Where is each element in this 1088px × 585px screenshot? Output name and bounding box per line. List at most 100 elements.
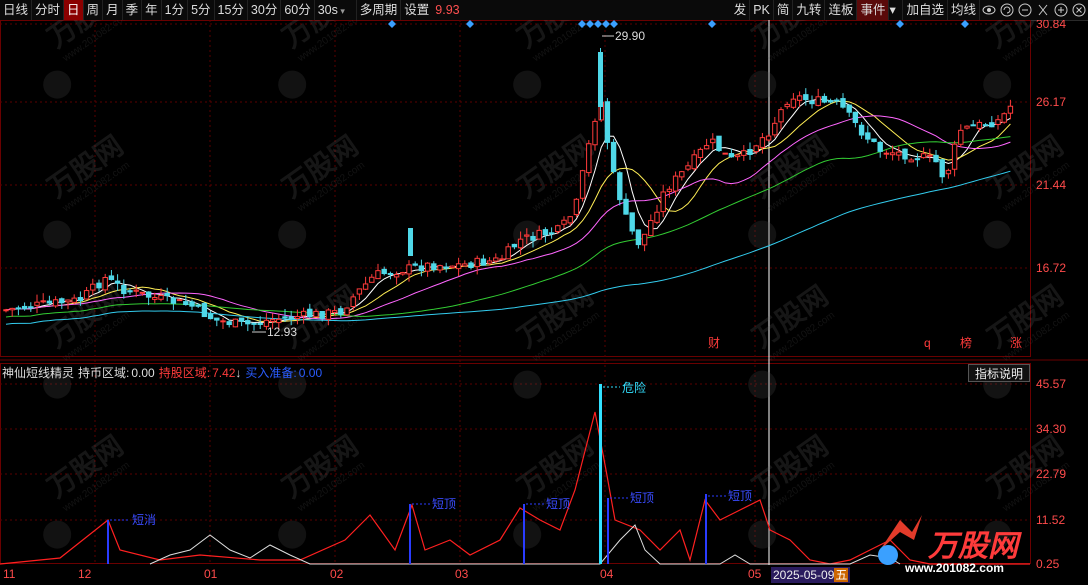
candle-body (375, 270, 381, 280)
signal-diamond (896, 20, 904, 28)
tab-period-year[interactable]: 年 (142, 0, 162, 20)
candle-body (34, 301, 40, 306)
candle-body (170, 297, 177, 304)
candle-body (548, 232, 555, 235)
tab-period-quarter[interactable]: 季 (123, 0, 143, 20)
tab-period-week[interactable]: 周 (84, 0, 104, 20)
ma40-line (5, 136, 1011, 318)
candle-body (976, 121, 983, 129)
minus-circle-icon[interactable] (1016, 0, 1034, 20)
candle-body (493, 257, 499, 262)
candle-body (46, 300, 53, 304)
fa-button[interactable]: 发 (731, 0, 751, 20)
hold-stock-label: 持股区域: (158, 366, 211, 380)
candle-body (393, 274, 400, 278)
eye-icon[interactable] (980, 0, 998, 20)
candle-body (703, 145, 710, 150)
close-circle-icon[interactable] (1070, 0, 1088, 20)
candle-body (245, 320, 251, 325)
candle-body (65, 299, 71, 303)
candle-body (573, 198, 580, 216)
candle-body (672, 175, 679, 192)
candle-body (623, 198, 629, 215)
watermark-tile: 万股网www.201082.com (277, 20, 367, 99)
limit-board-button[interactable]: 连板 (825, 0, 858, 20)
simple-button[interactable]: 简 (774, 0, 794, 20)
watermark-figure-icon (748, 370, 777, 399)
candle-body (846, 104, 852, 113)
tab-period-month[interactable]: 月 (103, 0, 123, 20)
candle-body (784, 103, 790, 108)
candle-body (592, 120, 598, 146)
tab-period-60min[interactable]: 60分 (281, 0, 315, 20)
buy-prep-label: 买入准备: (245, 366, 297, 380)
candle-body (443, 266, 449, 269)
danger-bar (599, 384, 602, 564)
tab-period-day[interactable]: 日 (64, 0, 84, 20)
tab-period-30min[interactable]: 30分 (248, 0, 282, 20)
time-axis-label: 01 (204, 567, 218, 581)
candle-body (778, 109, 784, 123)
candle-body (716, 135, 722, 152)
candle-body (83, 290, 90, 300)
main-y-tick-label: 16.72 (1036, 261, 1066, 275)
scissors-icon[interactable] (1034, 0, 1052, 20)
watermark-figure-icon (513, 70, 542, 99)
candle-body (431, 263, 437, 271)
candle-body (220, 320, 226, 323)
add-watchlist-button[interactable]: 加自选 (903, 0, 948, 20)
candle-body (282, 316, 288, 319)
indicator-name[interactable]: 神仙短线精灵 (2, 366, 74, 380)
candle-body (201, 302, 208, 318)
cursor-date-label: 2025-05-09五 (771, 567, 851, 583)
watermark-figure-icon (43, 70, 72, 99)
candle-body (555, 225, 561, 233)
candle-body (530, 235, 536, 241)
price-annotations: 29.90 12.93 财 q 榜 涨 (252, 29, 1022, 350)
watermark-figure-icon (278, 70, 307, 99)
candle-body (449, 265, 456, 269)
candle-body (127, 290, 133, 293)
watermark-tile: 万股网www.201082.com (982, 20, 1072, 99)
candle-body (982, 124, 989, 127)
tab-period-15min[interactable]: 15分 (215, 0, 248, 20)
candle-body (59, 298, 65, 304)
candle-body (989, 122, 995, 128)
candle-body (121, 284, 127, 295)
signal-label: 短顶 (432, 497, 456, 511)
main-y-tick-label: 21.44 (1036, 178, 1066, 192)
undo-icon[interactable] (998, 0, 1016, 20)
tab-period-5min[interactable]: 5分 (188, 0, 215, 20)
candle-body (226, 321, 232, 326)
candle-body (610, 141, 617, 173)
multi-period-button[interactable]: 多周期 (357, 0, 402, 20)
candle-body (232, 318, 239, 328)
kline-chart-area[interactable]: 万股网www.201082.com 万股网www.201082.com 万股网www… (0, 20, 1088, 585)
event-button[interactable]: 事件 (857, 0, 890, 20)
tab-period-30s-dropdown[interactable]: 30s (315, 0, 357, 20)
price-readout: 9.93 (435, 3, 460, 17)
watermark-figure-icon (983, 220, 1012, 249)
candle-body (114, 280, 121, 284)
settings-button[interactable]: 设置 (401, 0, 432, 20)
tab-period-1min[interactable]: 1分 (162, 0, 189, 20)
candle-body (269, 319, 276, 323)
event-dropdown-icon[interactable]: ▾ (889, 0, 904, 20)
candle-body (214, 317, 220, 321)
candle-body (809, 100, 815, 105)
moving-average-button[interactable]: 均线 (948, 0, 980, 20)
time-axis-label: 05 (748, 567, 762, 581)
nine-turn-button[interactable]: 九转 (793, 0, 826, 20)
tab-intraday[interactable]: 分时 (32, 0, 65, 20)
candle-body (617, 172, 623, 201)
plus-circle-icon[interactable] (1052, 0, 1070, 20)
candle-body (796, 95, 803, 101)
indicator-help-button[interactable]: 指标说明 (968, 364, 1030, 382)
watermark-figure-icon (513, 370, 542, 399)
candle-body (964, 125, 970, 129)
pk-button[interactable]: PK (750, 0, 774, 20)
candle-body (567, 216, 573, 224)
tab-daily-line[interactable]: 日线 (0, 0, 33, 20)
candle-body (152, 297, 158, 300)
candle-body (586, 143, 592, 174)
